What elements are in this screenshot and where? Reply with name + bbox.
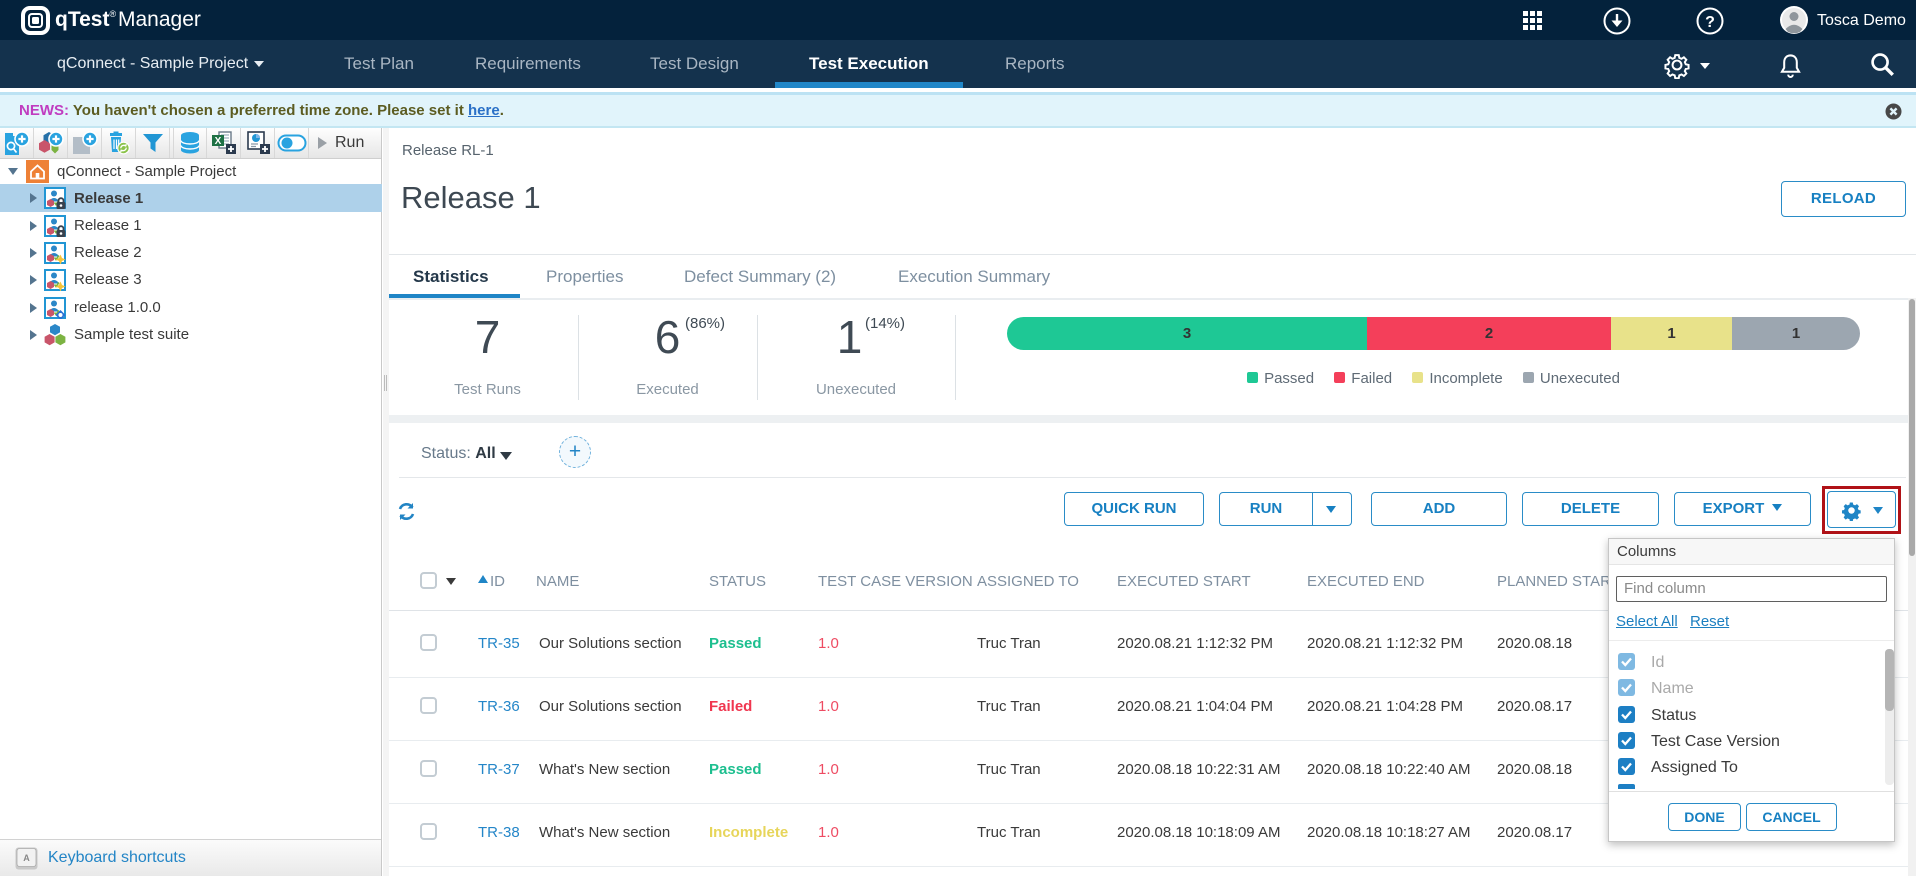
svg-text:X: X [214, 136, 221, 147]
svg-text:A: A [23, 853, 30, 863]
svg-text:?: ? [1705, 14, 1715, 31]
